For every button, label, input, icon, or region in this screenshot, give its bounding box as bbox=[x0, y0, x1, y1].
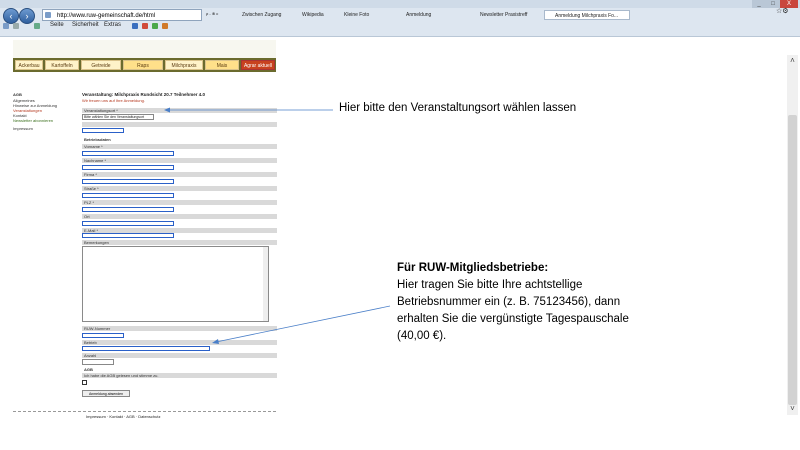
annotation-lines bbox=[164, 107, 391, 344]
ruw-annotation-title: Für RUW-Mitgliedsbetriebe: bbox=[397, 262, 549, 274]
ruw-annotation-line-2: Betriebsnummer ein (z. B. 75123456), dan… bbox=[397, 296, 621, 308]
ruw-arrow-head bbox=[212, 339, 219, 344]
venue-arrow-head bbox=[164, 107, 170, 113]
ruw-annotation-line-1: Hier tragen Sie bitte Ihre achtstellige bbox=[397, 279, 583, 291]
ruw-arrow-line bbox=[215, 305, 391, 343]
venue-annotation: Hier bitte den Veranstaltungsort wählen … bbox=[339, 102, 577, 114]
ruw-annotation-line-3: erhalten Sie die vergünstigte Tagespausc… bbox=[397, 313, 629, 325]
ruw-annotation: Für RUW-Mitgliedsbetriebe: Hier tragen S… bbox=[397, 260, 727, 345]
ruw-annotation-line-4: (40,00 €). bbox=[397, 330, 447, 342]
